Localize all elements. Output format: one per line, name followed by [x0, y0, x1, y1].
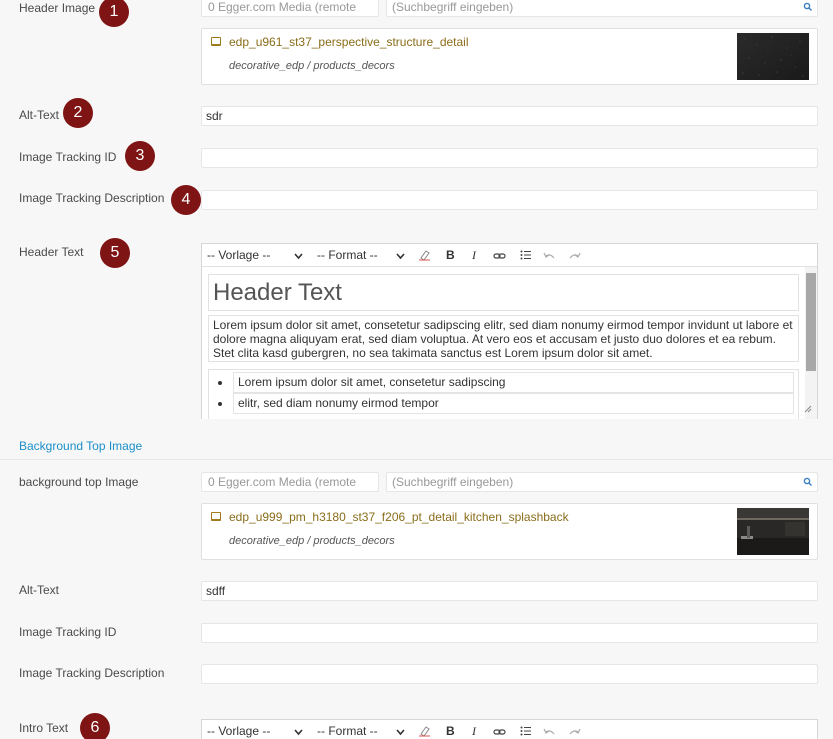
intro-text-editor[interactable]: -- Vorlage -- -- Format -- B I [201, 719, 818, 739]
image-tracking-id-input[interactable] [201, 623, 818, 643]
italic-icon[interactable]: I [472, 248, 476, 263]
intro-text-label: Intro Text [19, 721, 69, 735]
format-select[interactable]: -- Format -- [317, 248, 405, 262]
annotation-badge-4: 4 [171, 185, 201, 215]
search-icon[interactable] [803, 1, 813, 13]
selected-media-item[interactable]: edp_u999_pm_h3180_st37_f206_pt_detail_ki… [201, 503, 818, 560]
redo-icon[interactable] [569, 250, 581, 264]
media-thumbnail [737, 33, 809, 80]
template-select[interactable]: -- Vorlage -- [207, 248, 303, 262]
search-placeholder: (Suchbegriff eingeben) [392, 475, 514, 489]
media-search-input[interactable]: (Suchbegriff eingeben) [386, 472, 818, 492]
media-thumbnail [737, 508, 809, 555]
alt-text-input[interactable]: sdff [201, 581, 818, 601]
list-icon[interactable] [520, 725, 531, 739]
section-divider [0, 459, 833, 460]
chevron-down-icon [294, 249, 303, 263]
background-top-image-section-title[interactable]: Background Top Image [19, 439, 142, 453]
header-text-editor[interactable]: -- Vorlage -- -- Format -- B I Header Te… [201, 243, 818, 419]
editor-paragraph[interactable]: Lorem ipsum dolor sit amet, consetetur s… [208, 315, 799, 362]
list-item[interactable]: elitr, sed diam nonumy eirmod tempor [218, 393, 794, 414]
media-source-select[interactable]: 0 Egger.com Media (remote [201, 472, 379, 492]
media-file-name[interactable]: edp_u999_pm_h3180_st37_f206_pt_detail_ki… [229, 510, 569, 524]
file-icon [211, 37, 221, 46]
chevron-down-icon [396, 249, 405, 263]
header-text-label: Header Text [19, 245, 84, 259]
template-select[interactable]: -- Vorlage -- [207, 724, 303, 738]
list-item[interactable]: Lorem ipsum dolor sit amet, consetetur s… [218, 372, 794, 393]
media-search-input[interactable]: (Suchbegriff eingeben) [386, 0, 818, 17]
eraser-icon[interactable] [418, 725, 431, 739]
italic-icon[interactable]: I [472, 724, 476, 739]
alt-text-label: Alt-Text [19, 108, 60, 122]
editor-content[interactable]: Header Text Lorem ipsum dolor sit amet, … [202, 267, 817, 419]
file-icon [211, 512, 221, 521]
annotation-badge-6: 6 [80, 713, 110, 739]
scrollbar-thumb[interactable] [806, 273, 816, 371]
search-placeholder: (Suchbegriff eingeben) [392, 0, 514, 14]
background-top-image-label: background top Image [19, 475, 139, 489]
media-file-path: decorative_edp / products_decors [229, 60, 395, 72]
editor-bullet-list[interactable]: Lorem ipsum dolor sit amet, consetetur s… [208, 369, 799, 419]
image-tracking-description-label: Image Tracking Description [19, 191, 165, 205]
media-file-path: decorative_edp / products_decors [229, 535, 395, 547]
annotation-badge-2: 2 [63, 98, 93, 128]
editor-toolbar: -- Vorlage -- -- Format -- B I [202, 244, 817, 267]
link-icon[interactable] [493, 250, 506, 264]
media-file-name[interactable]: edp_u961_st37_perspective_structure_deta… [229, 35, 469, 49]
annotation-badge-5: 5 [100, 238, 130, 268]
alt-text-input[interactable]: sdr [201, 106, 818, 126]
annotation-badge-3: 3 [125, 141, 155, 171]
alt-text-label: Alt-Text [19, 583, 60, 597]
chevron-down-icon [396, 725, 405, 739]
image-tracking-description-input[interactable] [201, 190, 818, 210]
format-select[interactable]: -- Format -- [317, 724, 405, 738]
image-tracking-id-label: Image Tracking ID [19, 625, 117, 639]
image-tracking-description-label: Image Tracking Description [19, 666, 165, 680]
chevron-down-icon [294, 725, 303, 739]
annotation-badge-1: 1 [99, 0, 129, 27]
bold-icon[interactable]: B [446, 248, 455, 262]
undo-icon[interactable] [543, 250, 555, 264]
undo-icon[interactable] [543, 726, 555, 739]
list-icon[interactable] [520, 249, 531, 263]
selected-media-item[interactable]: edp_u961_st37_perspective_structure_deta… [201, 28, 818, 85]
image-tracking-id-input[interactable] [201, 148, 818, 168]
eraser-icon[interactable] [418, 249, 431, 264]
editor-toolbar: -- Vorlage -- -- Format -- B I [202, 720, 817, 739]
bold-icon[interactable]: B [446, 724, 455, 738]
redo-icon[interactable] [569, 726, 581, 739]
editor-scrollbar[interactable] [805, 267, 817, 419]
image-tracking-description-input[interactable] [201, 664, 818, 684]
image-tracking-id-label: Image Tracking ID [19, 150, 117, 164]
search-icon[interactable] [803, 476, 813, 488]
editor-heading[interactable]: Header Text [208, 274, 799, 311]
header-image-label: Header Image [19, 1, 96, 15]
resize-handle-icon[interactable] [804, 402, 812, 416]
media-source-select[interactable]: 0 Egger.com Media (remote [201, 0, 379, 17]
link-icon[interactable] [493, 726, 506, 739]
